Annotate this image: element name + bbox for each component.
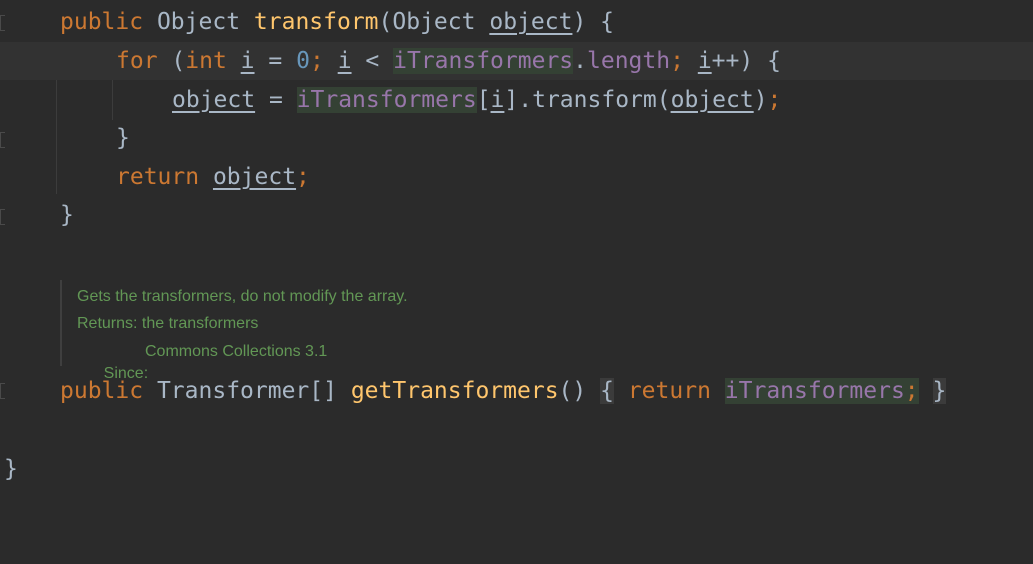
method-name-token: transform	[253, 9, 379, 35]
semicolon-token: ;	[767, 87, 782, 113]
code-editor[interactable]: public Object transform(Object object) {…	[0, 0, 1033, 525]
paren-token: (	[171, 48, 186, 74]
paren-token: (	[378, 9, 393, 35]
field-token: iTransformers	[296, 87, 477, 113]
variable-token: i	[240, 48, 255, 74]
brace-token: {	[767, 48, 781, 74]
operator-token: =	[268, 87, 283, 113]
variable-token: i	[697, 48, 712, 74]
field-token: iTransformers	[393, 48, 574, 74]
bracket-token: [	[476, 87, 491, 113]
brace-token: {	[600, 378, 614, 404]
code-line[interactable]: }	[0, 119, 1033, 157]
keyword-token: public	[60, 9, 144, 35]
brace-token: }	[60, 202, 74, 228]
type-token: Object	[392, 9, 476, 35]
variable-token: object	[212, 164, 297, 190]
variable-token: i	[337, 48, 352, 74]
keyword-token: public	[60, 378, 144, 404]
keyword-token: return	[627, 378, 711, 404]
field-token: iTransformers	[724, 378, 905, 404]
keyword-token: int	[185, 48, 227, 74]
semicolon-token: ;	[296, 164, 310, 190]
javadoc-since: Since: Commons Collections 3.1	[77, 341, 457, 382]
code-line[interactable]: public Object transform(Object object) {	[0, 3, 1033, 41]
method-name-token: getTransformers	[350, 378, 559, 404]
code-line[interactable]: object = iTransformers[i].transform(obje…	[0, 81, 1033, 119]
paren-token: ()	[558, 378, 587, 404]
brace-token: }	[4, 456, 18, 482]
code-line-current[interactable]: for (int i = 0; i < iTransformers.length…	[0, 42, 1033, 80]
field-token: length	[587, 48, 671, 74]
brace-token: }	[116, 125, 130, 151]
operator-token: <	[365, 48, 380, 74]
code-line[interactable]: public Transformer[] getTransformers() {…	[0, 372, 1033, 410]
javadoc-rendered[interactable]: Gets the transformers, do not modify the…	[60, 280, 482, 382]
semicolon-token: ;	[904, 378, 919, 404]
brace-token: {	[600, 9, 615, 35]
parameter-token: object	[489, 9, 573, 35]
semicolon-token: ;	[309, 48, 324, 74]
semicolon-token: ;	[670, 48, 684, 74]
paren-token: )	[753, 87, 768, 113]
paren-token: )	[572, 9, 587, 35]
method-call-token: .transform(	[518, 87, 671, 113]
argument-token: object	[670, 87, 754, 113]
code-line[interactable]: }	[0, 450, 1033, 488]
operator-token: ++)	[711, 48, 754, 74]
code-line[interactable]: return object;	[0, 158, 1033, 196]
javadoc-since-value: Commons Collections 3.1	[145, 343, 328, 360]
operator-token: =	[268, 48, 283, 74]
dot-token: .	[573, 48, 587, 74]
variable-token: i	[490, 87, 505, 113]
number-token: 0	[296, 48, 310, 74]
keyword-token: return	[116, 164, 200, 190]
bracket-token: ]	[504, 87, 519, 113]
javadoc-returns: Returns: the transformers	[77, 315, 259, 332]
brace-token: }	[932, 378, 947, 404]
javadoc-description: Gets the transformers, do not modify the…	[77, 288, 408, 305]
code-line[interactable]: }	[0, 196, 1033, 234]
keyword-token: for	[116, 48, 158, 74]
type-token: Object	[156, 9, 241, 35]
variable-token: object	[172, 87, 256, 113]
type-token: Transformer[]	[156, 378, 337, 404]
